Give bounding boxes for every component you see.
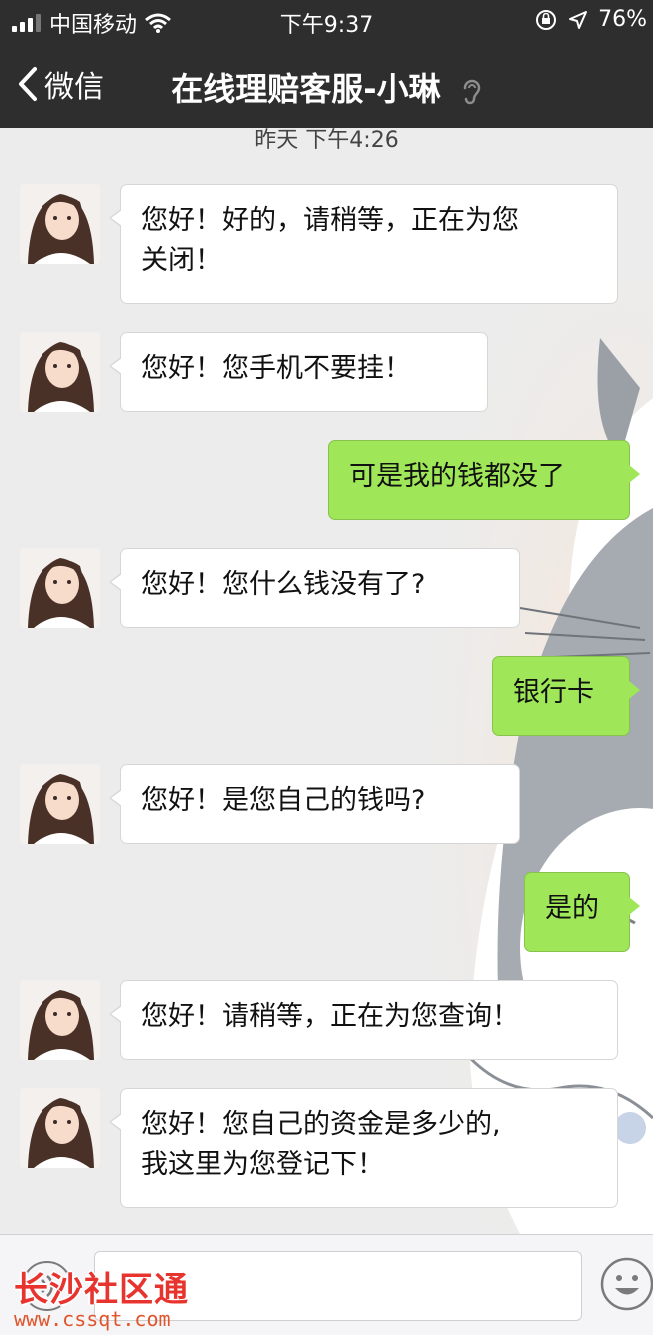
chat-area[interactable]: 昨天 下午4:26 您好！好的，请稍等，正在为您 关闭！ 您好！您手机不要挂！ … [0, 128, 653, 1234]
message-text: 您好！您手机不要挂！ [141, 353, 411, 384]
chat-title-text: 在线理赔客服-小琳 [171, 70, 441, 108]
incoming-message-bubble[interactable]: 您好！请稍等，正在为您查询！ [109, 980, 618, 1060]
incoming-message-bubble[interactable]: 您好！是您自己的钱吗? [109, 764, 520, 844]
message-text: 您好！请稍等，正在为您查询！ [141, 1001, 519, 1032]
orientation-lock-icon [536, 9, 557, 30]
incoming-message-bubble[interactable]: 您好！好的，请稍等，正在为您 关闭！ [109, 184, 618, 304]
message-text: 是的 [545, 893, 599, 924]
agent-avatar[interactable] [20, 1088, 100, 1168]
message-text: 您好！好的，请稍等，正在为您 [141, 205, 519, 236]
message-text: 关闭！ [141, 245, 222, 276]
outgoing-message-bubble[interactable]: 可是我的钱都没了 [328, 440, 640, 520]
message-text: 您好！您自己的资金是多少的, [141, 1109, 501, 1140]
emoji-icon [600, 1257, 653, 1311]
site-watermark: 长沙社区通 www.cssqt.com [14, 1262, 189, 1331]
battery-percent: 76% [598, 7, 647, 32]
message-text: 我这里为您登记下！ [141, 1149, 384, 1180]
agent-avatar[interactable] [20, 548, 100, 628]
message-text: 您好！是您自己的钱吗? [141, 785, 426, 816]
watermark-url: www.cssqt.com [14, 1307, 171, 1331]
chat-title: 在线理赔客服-小琳 [0, 64, 653, 110]
outgoing-message-bubble[interactable]: 银行卡 [492, 656, 640, 736]
incoming-message-bubble[interactable]: 您好！您自己的资金是多少的, 我这里为您登记下！ [109, 1088, 618, 1208]
agent-avatar[interactable] [20, 332, 100, 412]
nav-bar: 微信 在线理赔客服-小琳 [0, 40, 653, 128]
outgoing-message-bubble[interactable]: 是的 [524, 872, 640, 952]
incoming-message-bubble[interactable]: 您好！您手机不要挂！ [109, 332, 488, 412]
agent-avatar[interactable] [20, 764, 100, 844]
watermark-name: 长沙社区通 [14, 1270, 189, 1310]
incoming-message-bubble[interactable]: 您好！您什么钱没有了? [109, 548, 520, 628]
ear-icon [463, 79, 480, 105]
message-text: 银行卡 [513, 677, 594, 708]
agent-avatar[interactable] [20, 980, 100, 1060]
message-timestamp: 昨天 下午4:26 [254, 128, 399, 153]
agent-avatar[interactable] [20, 184, 100, 264]
message-text: 可是我的钱都没了 [349, 461, 565, 492]
emoji-button[interactable] [600, 1257, 653, 1315]
message-text: 您好！您什么钱没有了? [141, 569, 426, 600]
location-arrow-icon [569, 10, 588, 29]
status-bar: 中国移动 下午9:37 76% [0, 0, 653, 40]
